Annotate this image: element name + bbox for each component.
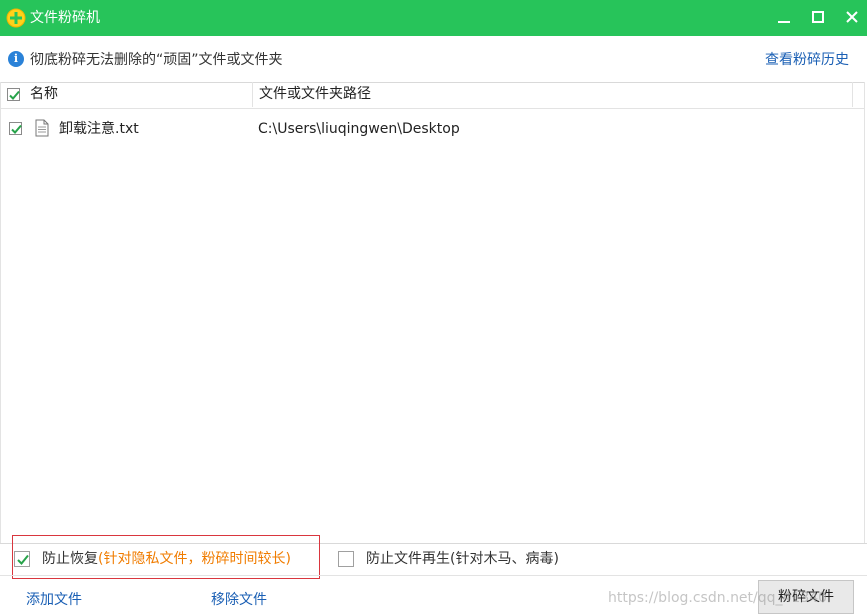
- prevent-regen-label[interactable]: 防止文件再生(针对木马、病毒): [366, 550, 559, 568]
- prevent-regen-checkbox[interactable]: [338, 551, 354, 567]
- maximize-button[interactable]: [806, 6, 830, 30]
- prevent-recovery-checkbox[interactable]: [14, 551, 30, 567]
- window-title: 文件粉碎机: [30, 10, 100, 26]
- shred-files-button[interactable]: 粉碎文件: [758, 580, 854, 614]
- column-header-name[interactable]: 名称: [30, 85, 58, 103]
- minimize-button[interactable]: [772, 6, 796, 30]
- divider: [0, 575, 867, 576]
- select-all-checkbox[interactable]: [7, 88, 20, 101]
- column-divider[interactable]: [252, 82, 253, 107]
- table-header: [0, 82, 865, 109]
- text-file-icon: [35, 119, 49, 137]
- add-file-link[interactable]: 添加文件: [26, 591, 82, 609]
- file-name[interactable]: 卸载注意.txt: [59, 120, 139, 138]
- info-icon: i: [8, 51, 24, 67]
- row-checkbox[interactable]: [9, 122, 22, 135]
- file-path: C:\Users\liuqingwen\Desktop: [258, 121, 460, 137]
- prevent-recovery-note: (针对隐私文件，粉碎时间较长): [98, 551, 291, 567]
- info-text: 彻底粉碎无法删除的“顽固”文件或文件夹: [30, 52, 283, 68]
- remove-file-link[interactable]: 移除文件: [211, 591, 267, 609]
- prevent-recovery-label[interactable]: 防止恢复(针对隐私文件，粉碎时间较长): [42, 550, 291, 568]
- title-bar: 文件粉碎机: [0, 0, 867, 36]
- close-button[interactable]: [840, 6, 864, 30]
- app-logo-icon: [6, 8, 26, 28]
- view-history-link[interactable]: 查看粉碎历史: [765, 51, 849, 69]
- column-divider: [852, 82, 853, 107]
- column-header-path[interactable]: 文件或文件夹路径: [259, 85, 371, 103]
- file-list: [0, 82, 865, 543]
- prevent-regen-note: (针对木马、病毒): [450, 551, 559, 567]
